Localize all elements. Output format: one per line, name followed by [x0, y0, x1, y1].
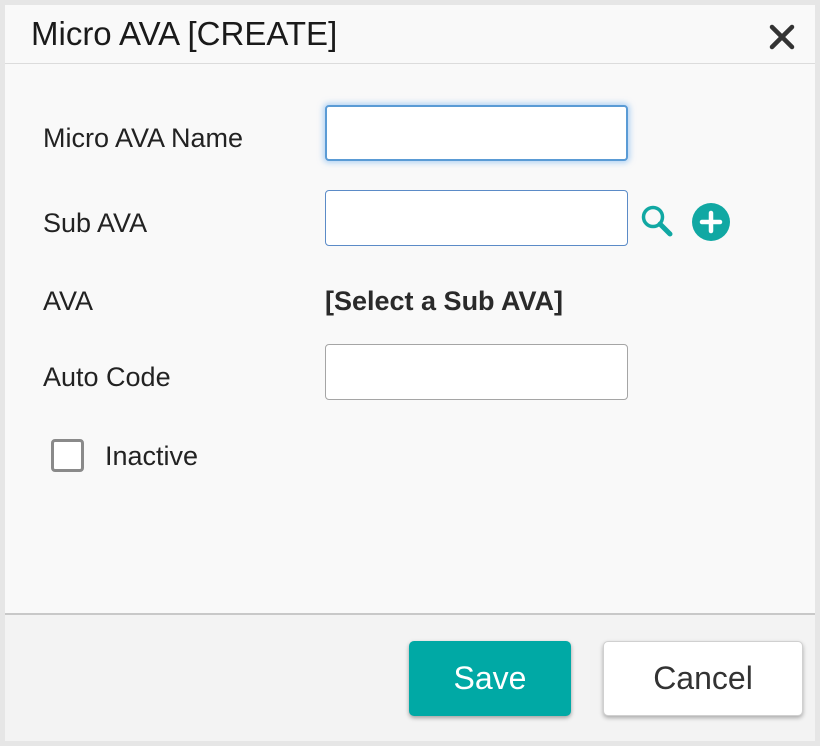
- cancel-button[interactable]: Cancel: [603, 641, 803, 716]
- close-icon: [769, 24, 795, 50]
- sub-ava-label: Sub AVA: [43, 208, 148, 238]
- search-icon: [641, 205, 673, 237]
- sub-ava-input[interactable]: [325, 190, 628, 246]
- save-button[interactable]: Save: [409, 641, 571, 716]
- micro-ava-name-input[interactable]: [325, 105, 628, 161]
- ava-label: AVA: [43, 286, 94, 316]
- micro-ava-dialog: Micro AVA [CREATE] Micro AVA Name Sub AV…: [5, 5, 815, 741]
- inactive-checkbox[interactable]: [51, 439, 84, 472]
- dialog-header: Micro AVA [CREATE]: [5, 5, 815, 64]
- inactive-label: Inactive: [105, 441, 199, 471]
- sub-ava-add-button[interactable]: [691, 202, 731, 245]
- micro-ava-name-label: Micro AVA Name: [43, 123, 244, 153]
- dialog-body: Micro AVA Name Sub AVA AVA [Select a Sub…: [5, 65, 815, 613]
- plus-circle-icon: [692, 203, 730, 241]
- close-button[interactable]: [767, 22, 797, 52]
- auto-code-label: Auto Code: [43, 362, 171, 392]
- dialog-title: Micro AVA [CREATE]: [31, 15, 338, 52]
- sub-ava-search-button[interactable]: [639, 203, 675, 242]
- dialog-footer: Save Cancel: [5, 613, 815, 741]
- auto-code-input[interactable]: [325, 344, 628, 400]
- ava-value: [Select a Sub AVA]: [325, 286, 564, 316]
